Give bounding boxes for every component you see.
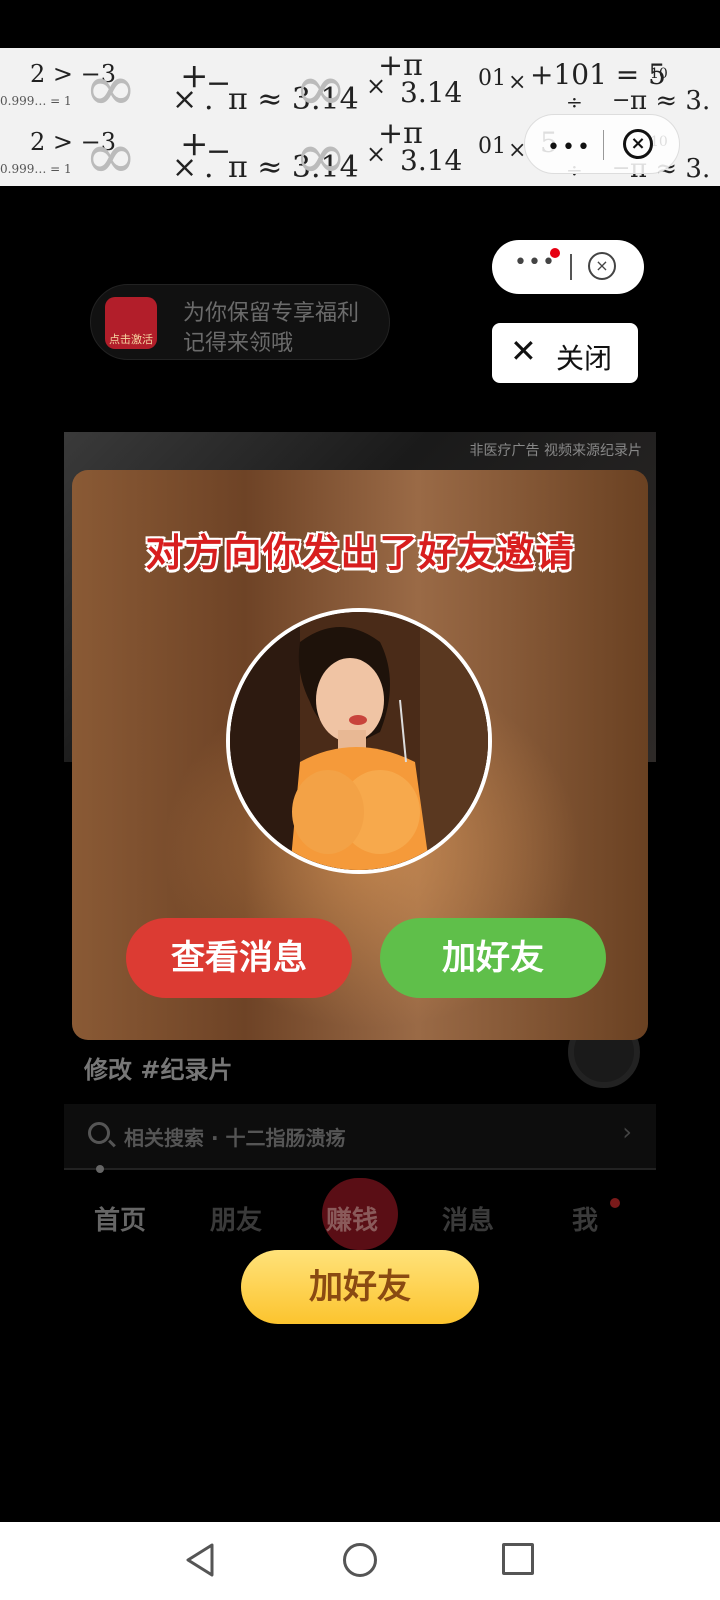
promo-line-2: 记得来领哦 <box>183 331 294 356</box>
video-disclaimer: 非医疗广告 视频来源纪录片 <box>469 443 642 459</box>
math-text: 01 <box>478 66 506 91</box>
red-envelope-icon: 点击激活 <box>105 297 157 349</box>
friend-invite-modal: 对方向你发出了好友邀请 查看消息 加好友 <box>72 470 648 1040</box>
math-text: − <box>612 88 631 113</box>
infinity-symbol: ∞ <box>294 52 348 126</box>
math-text: 01 <box>478 134 506 159</box>
add-friend-button[interactable]: 加好友 <box>380 918 606 998</box>
video-caption: 修改 #纪录片 <box>84 1056 233 1084</box>
math-row-1: 2 > −3 ∞ + − 0.999… = 1 × . π ≈ 3.14 ∞ +… <box>0 48 720 126</box>
nav-messages[interactable]: 消息 <box>442 1200 494 1237</box>
math-text: × <box>172 82 198 117</box>
add-friend-cta-button[interactable]: 加好友 <box>241 1250 479 1324</box>
math-text: π ≈ 3. <box>630 86 711 116</box>
chevron-right-icon: › <box>622 1118 632 1146</box>
math-text: 3.14 <box>400 76 463 109</box>
close-icon: ✕ <box>510 332 537 370</box>
notification-dot <box>550 248 560 258</box>
progress-thumb[interactable] <box>96 1165 104 1173</box>
infinity-symbol: ∞ <box>84 52 138 126</box>
back-triangle-icon[interactable] <box>184 1542 218 1578</box>
math-text: . <box>204 150 214 185</box>
more-dots-icon[interactable]: ••• <box>547 135 592 160</box>
video-progress-bar[interactable] <box>64 1165 656 1173</box>
math-banner-ad[interactable]: 2 > −3 ∞ + − 0.999… = 1 × . π ≈ 3.14 ∞ +… <box>0 48 720 186</box>
modal-title: 对方向你发出了好友邀请 <box>145 531 575 575</box>
capsule-divider <box>603 130 604 160</box>
close-button[interactable]: ✕ 关闭 <box>492 323 638 383</box>
math-text: 10 <box>650 66 668 82</box>
system-nav-bar <box>0 1522 720 1600</box>
math-text: × <box>366 72 387 100</box>
math-text: 0.999… = 1 <box>0 162 72 176</box>
related-search-bar[interactable]: 相关搜索 · 十二指肠溃疡 › <box>64 1104 656 1168</box>
avatar-photo-icon <box>230 612 488 870</box>
search-icon <box>88 1122 110 1144</box>
related-search-text: 相关搜索 · 十二指肠溃疡 <box>124 1126 346 1150</box>
infinity-symbol: ∞ <box>84 120 138 186</box>
close-label: 关闭 <box>556 342 613 375</box>
nav-earn[interactable]: 赚钱 <box>326 1200 378 1237</box>
math-text: ÷ <box>566 90 583 114</box>
math-text: × <box>366 140 387 168</box>
close-circle-icon[interactable]: × <box>623 129 653 159</box>
nav-me[interactable]: 我 <box>572 1200 598 1237</box>
capsule-divider <box>570 254 572 280</box>
mini-program-capsule[interactable]: ••• × <box>492 240 644 294</box>
activate-badge: 点击激活 <box>109 333 153 346</box>
bottom-nav: 首页 朋友 赚钱 消息 我 <box>64 1178 656 1250</box>
math-text: 0.999… = 1 <box>0 94 72 108</box>
banner-capsule-menu[interactable]: ••• × <box>524 114 680 174</box>
math-text: 3.14 <box>400 144 463 177</box>
math-text: × <box>508 70 527 95</box>
nav-home[interactable]: 首页 <box>94 1200 146 1237</box>
notification-dot <box>610 1198 620 1208</box>
view-message-button[interactable]: 查看消息 <box>126 918 352 998</box>
math-text: . <box>204 82 214 117</box>
welfare-promo-chip[interactable]: 点击激活 为你保留专享福利 记得来领哦 <box>90 284 390 360</box>
close-circle-icon[interactable]: × <box>588 252 616 280</box>
avatar[interactable] <box>226 608 492 874</box>
infinity-symbol: ∞ <box>294 120 348 186</box>
promo-line-1: 为你保留专享福利 <box>183 301 360 326</box>
home-circle-icon[interactable] <box>343 1543 377 1577</box>
math-text: × <box>172 150 198 185</box>
recent-apps-square-icon[interactable] <box>502 1543 534 1575</box>
nav-friends[interactable]: 朋友 <box>210 1200 262 1237</box>
